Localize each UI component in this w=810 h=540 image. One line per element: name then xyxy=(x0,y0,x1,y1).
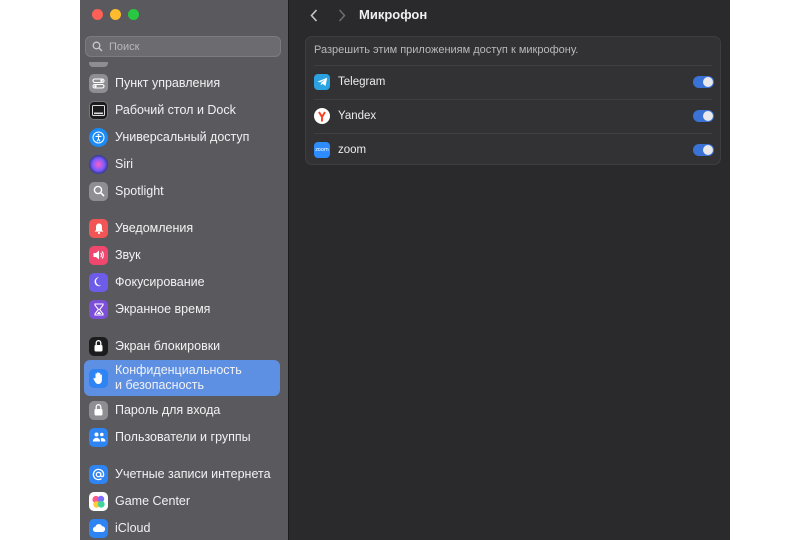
password-lock-icon xyxy=(89,400,108,420)
zoom-microphone-toggle[interactable] xyxy=(693,144,714,156)
close-button[interactable] xyxy=(92,9,103,20)
toggle-knob xyxy=(703,77,713,87)
sidebar-item-focus[interactable]: Фокусирование xyxy=(84,269,280,295)
sidebar-item-spotlight[interactable]: Spotlight xyxy=(84,178,280,204)
sidebar: Пункт управления Рабочий стол и Dock Уни… xyxy=(80,0,289,540)
zoom-icon-text: zoom xyxy=(315,147,329,153)
panel-description: Разрешить этим приложениям доступ к микр… xyxy=(314,44,579,56)
app-name: Telegram xyxy=(338,76,386,88)
lock-screen-icon xyxy=(89,336,108,356)
game-center-icon xyxy=(89,491,108,511)
sidebar-item-label: Game Center xyxy=(115,494,191,508)
sidebar-item-label: Siri xyxy=(115,157,134,171)
privacy-hand-icon xyxy=(89,368,108,388)
sidebar-item-label: Пароль для входа xyxy=(115,403,221,417)
sidebar-item-label: Spotlight xyxy=(115,184,164,198)
control-center-icon xyxy=(89,73,108,93)
back-button[interactable] xyxy=(305,6,323,24)
app-name: zoom xyxy=(338,144,367,156)
sidebar-item-label-line1: Конфиденциальность xyxy=(115,363,242,377)
sidebar-item-desktop-dock[interactable]: Рабочий стол и Dock xyxy=(84,97,280,123)
zoom-button[interactable] xyxy=(128,9,139,20)
search-field[interactable] xyxy=(85,36,281,57)
desktop-dock-icon xyxy=(89,100,108,120)
sidebar-item-label: Учетные записи интернета xyxy=(115,467,271,481)
notifications-icon xyxy=(89,218,108,238)
scrolled-item-icon xyxy=(89,62,108,67)
search-icon xyxy=(92,41,103,52)
sidebar-item-label: Уведомления xyxy=(115,221,194,235)
focus-icon xyxy=(89,272,108,292)
sidebar-item-label: Экранное время xyxy=(115,302,211,316)
app-row-telegram: Telegram xyxy=(306,65,722,99)
sidebar-item-icloud[interactable]: iCloud xyxy=(84,515,280,540)
sidebar-item-accessibility[interactable]: Универсальный доступ xyxy=(84,124,280,150)
sidebar-item-label: Универсальный доступ xyxy=(115,130,250,144)
sidebar-item-label: Пункт управления xyxy=(115,76,221,90)
telegram-icon xyxy=(314,74,330,90)
sidebar-item-internet-accounts[interactable]: Учетные записи интернета xyxy=(84,461,280,487)
telegram-microphone-toggle[interactable] xyxy=(693,76,714,88)
sidebar-item-privacy-security[interactable]: Конфиденциальность и безопасность xyxy=(84,360,280,396)
sidebar-item-label-line2: и безопасность xyxy=(115,378,205,392)
app-row-yandex: Yandex xyxy=(306,99,722,133)
screen-time-icon xyxy=(89,299,108,319)
app-row-zoom: zoom zoom xyxy=(306,133,722,167)
sidebar-item-sound[interactable]: Звук xyxy=(84,242,280,268)
settings-window: Пункт управления Рабочий стол и Dock Уни… xyxy=(80,0,730,540)
sidebar-item-label: Экран блокировки xyxy=(115,339,221,353)
internet-accounts-icon xyxy=(89,464,108,484)
yandex-icon xyxy=(314,108,330,124)
forward-button[interactable] xyxy=(333,6,351,24)
sidebar-item-control-center[interactable]: Пункт управления xyxy=(84,70,280,96)
yandex-microphone-toggle[interactable] xyxy=(693,110,714,122)
toggle-knob xyxy=(703,111,713,121)
app-name: Yandex xyxy=(338,110,377,122)
sidebar-item-label: Рабочий стол и Dock xyxy=(115,103,236,117)
sidebar-item-users-groups[interactable]: Пользователи и группы xyxy=(84,424,280,450)
chevron-left-icon xyxy=(310,8,318,22)
sidebar-item-login-password[interactable]: Пароль для входа xyxy=(84,397,280,423)
sidebar-item-label: Пользователи и группы xyxy=(115,430,251,444)
page-title: Микрофон xyxy=(359,7,428,22)
toggle-knob xyxy=(703,145,713,155)
sidebar-item-label: iCloud xyxy=(115,521,151,535)
sound-icon xyxy=(89,245,108,265)
sidebar-item-notifications[interactable]: Уведомления xyxy=(84,215,280,241)
users-groups-icon xyxy=(89,427,108,447)
sidebar-item-game-center[interactable]: Game Center xyxy=(84,488,280,514)
window-controls xyxy=(92,9,139,20)
sidebar-item-label: Фокусирование xyxy=(115,275,205,289)
search-input[interactable] xyxy=(107,39,271,54)
minimize-button[interactable] xyxy=(110,9,121,20)
chevron-right-icon xyxy=(338,8,346,22)
accessibility-icon xyxy=(89,127,108,147)
siri-icon xyxy=(89,154,108,174)
sidebar-item-screen-time[interactable]: Экранное время xyxy=(84,296,280,322)
main-content: Микрофон Разрешить этим приложениям дост… xyxy=(289,0,730,540)
zoom-icon: zoom xyxy=(314,142,330,158)
icloud-icon xyxy=(89,518,108,538)
sidebar-item-lock-screen[interactable]: Экран блокировки xyxy=(84,333,280,359)
sidebar-item-siri[interactable]: Siri xyxy=(84,151,280,177)
microphone-apps-panel: Разрешить этим приложениям доступ к микр… xyxy=(305,36,721,165)
sidebar-item-label: Звук xyxy=(115,248,141,262)
spotlight-icon xyxy=(89,181,108,201)
